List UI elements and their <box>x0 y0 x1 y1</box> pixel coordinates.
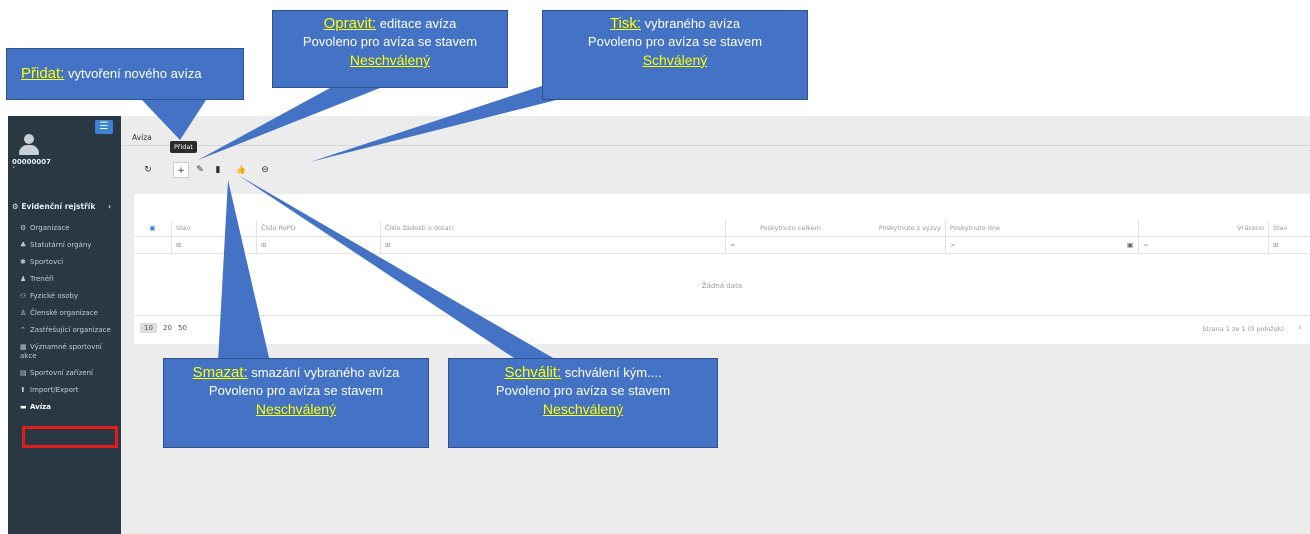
callout-line2: Povoleno pro avíza se stavem <box>587 34 763 49</box>
callout-opravit: Opravit: editace avíza Povoleno pro avíz… <box>272 10 508 88</box>
callout-line2: Povoleno pro avíza se stavem <box>302 34 478 49</box>
callout-state: Neschválený <box>255 401 337 417</box>
callout-state: Schválený <box>642 52 708 68</box>
callout-line2: Povoleno pro avíza se stavem <box>208 383 384 398</box>
pointer-smazat <box>218 180 270 362</box>
callout-text: smazání vybraného avíza <box>247 365 400 380</box>
callout-text: editace avíza <box>376 16 457 31</box>
callout-text: schválení kým.... <box>561 365 662 380</box>
callout-key: Tisk: <box>609 15 642 32</box>
callout-schvalit: Schválit: schválení kým.... Povoleno pro… <box>448 358 718 448</box>
callout-line2: Povoleno pro avíza se stavem <box>495 383 671 398</box>
callout-state: Neschválený <box>542 401 624 417</box>
callout-key: Smazat: <box>192 364 248 381</box>
pointer-pridat <box>142 100 206 140</box>
callout-pridat: Přidat: vytvoření nového avíza <box>6 48 244 100</box>
callout-tisk: Tisk: vybraného avíza Povoleno pro avíza… <box>542 10 808 100</box>
callout-key: Opravit: <box>323 15 377 32</box>
callout-key: Schválit: <box>504 364 562 381</box>
callout-smazat: Smazat: smazání vybraného avíza Povoleno… <box>163 358 429 448</box>
callout-text: vybraného avíza <box>641 16 741 31</box>
callout-state: Neschválený <box>349 52 431 68</box>
callout-text: vytvoření nového avíza <box>64 66 202 81</box>
pointer-schvalit <box>238 175 560 362</box>
callout-key: Přidat: <box>21 65 65 82</box>
